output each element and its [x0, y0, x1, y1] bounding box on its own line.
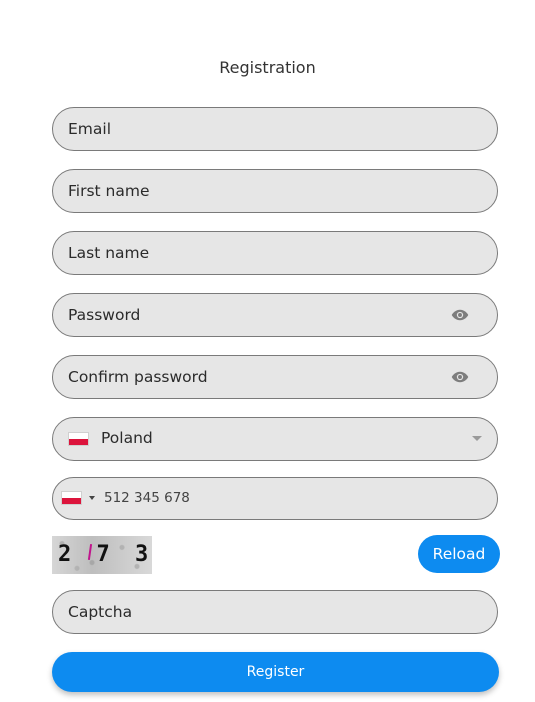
- captcha-image: 2 7 3: [52, 536, 152, 574]
- confirm-password-placeholder: Confirm password: [68, 368, 208, 386]
- last-name-placeholder: Last name: [68, 244, 150, 262]
- captcha-field[interactable]: Captcha: [52, 590, 498, 634]
- captcha-text: 2 7 3: [58, 542, 152, 567]
- chevron-down-icon: [472, 436, 482, 441]
- eye-icon[interactable]: [451, 370, 469, 384]
- confirm-password-field[interactable]: Confirm password: [52, 355, 498, 399]
- first-name-placeholder: First name: [68, 182, 150, 200]
- eye-icon[interactable]: [451, 308, 469, 322]
- phone-input-value: 512 345 678: [104, 490, 190, 506]
- last-name-field[interactable]: Last name: [52, 231, 498, 275]
- reload-captcha-button[interactable]: Reload: [418, 535, 500, 573]
- chevron-down-icon[interactable]: [89, 496, 95, 500]
- country-selected-value: Poland: [101, 429, 153, 447]
- poland-flag-icon[interactable]: [61, 491, 82, 505]
- email-field[interactable]: Email: [52, 107, 498, 151]
- page-title: Registration: [219, 58, 316, 77]
- poland-flag-icon: [68, 432, 89, 446]
- country-select[interactable]: Poland: [52, 417, 498, 461]
- phone-field[interactable]: 512 345 678: [52, 477, 498, 520]
- register-button[interactable]: Register: [52, 652, 499, 692]
- email-placeholder: Email: [68, 120, 112, 138]
- captcha-placeholder: Captcha: [68, 603, 133, 621]
- password-placeholder: Password: [68, 306, 141, 324]
- password-field[interactable]: Password: [52, 293, 498, 337]
- first-name-field[interactable]: First name: [52, 169, 498, 213]
